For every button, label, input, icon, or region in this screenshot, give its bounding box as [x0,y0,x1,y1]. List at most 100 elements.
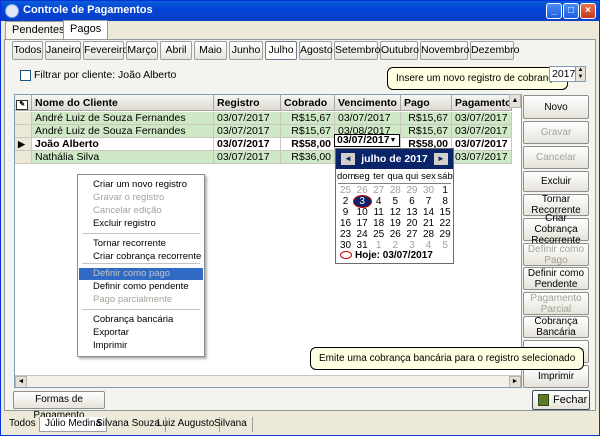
calendar-today[interactable]: Hoje: 03/07/2017 [340,250,433,261]
cell-cobrado[interactable]: R$15,67 [281,112,335,125]
calendar-day[interactable]: 11 [370,207,387,218]
cell-nome[interactable]: João Alberto [32,138,214,151]
bottom-tab-todos[interactable]: Todos [4,417,42,432]
cell-registro[interactable]: 03/07/2017 [214,112,281,125]
calendar-day[interactable]: 30 [420,185,437,196]
column-header[interactable]: Nome do Cliente [32,95,214,111]
cell-cobrado[interactable]: R$15,67 [281,125,335,138]
tab-pendentes[interactable]: Pendentes [5,21,72,39]
calendar-day[interactable]: 29 [403,185,420,196]
calendar-day[interactable]: 29 [437,229,454,240]
month-tab-janeiro[interactable]: Janeiro [45,41,81,60]
calendar-day[interactable]: 2 [337,196,354,207]
calendar-day[interactable]: 5 [387,196,404,207]
calendar-day[interactable]: 26 [354,185,371,196]
calendar-day[interactable]: 4 [420,240,437,251]
context-menu-item[interactable]: Definir como pago [79,268,203,280]
tab-pagos[interactable]: Pagos [63,20,109,40]
cell-registro[interactable]: 03/07/2017 [214,151,281,164]
year-spinner[interactable]: 2017 ▲ ▼ [549,66,586,82]
cell-registro[interactable]: 03/07/2017 [214,138,281,151]
cell-nome[interactable]: André Luiz de Souza Fernandes [32,112,214,125]
scroll-right-icon[interactable]: ► [509,376,521,387]
calendar-day[interactable]: 10 [354,207,371,218]
calendar-day[interactable]: 13 [403,207,420,218]
cell-registro[interactable]: 03/07/2017 [214,125,281,138]
calendar-day[interactable]: 7 [420,196,437,207]
calendar-day[interactable]: 21 [420,218,437,229]
context-menu-item[interactable]: Exportar [79,327,203,339]
calendar-day[interactable]: 3 [403,240,420,251]
calendar-day[interactable]: 25 [337,185,354,196]
calendar-day[interactable]: 1 [370,240,387,251]
definir-como-pendente-button[interactable]: Definir como Pendente [523,267,589,290]
calendar-day[interactable]: 28 [387,185,404,196]
cell-vencimento[interactable]: 03/07/2017 [335,112,401,125]
calendar-day[interactable]: 6 [403,196,420,207]
month-tab-maio[interactable]: Maio [194,41,227,60]
row-indicator[interactable] [15,125,32,138]
month-tab-fevereiro[interactable]: Fevereiro [83,41,128,60]
scroll-up-icon[interactable]: ▲ [509,94,521,108]
month-tab-março[interactable]: Março [126,41,158,60]
table-row[interactable]: André Luiz de Souza Fernandes 03/07/2017 R… [15,112,521,125]
cell-pagamento[interactable]: 03/07/2017 [452,112,512,125]
context-menu-item[interactable]: Cancelar edição [79,205,203,217]
dropdown-arrow-icon[interactable]: ▼ [388,136,398,145]
cobrança-bancária-button[interactable]: Cobrança Bancária [523,316,589,338]
cell-pagamento[interactable]: 03/07/2017 [452,125,512,138]
minimize-button[interactable]: _ [546,3,562,19]
gravar-button[interactable]: Gravar [523,121,589,144]
calendar-day[interactable]: 25 [370,229,387,240]
cancelar-button[interactable]: Cancelar [523,146,589,169]
context-menu-item[interactable]: Gravar o registro [79,192,203,204]
column-header[interactable]: Pago [401,95,452,111]
context-menu-item[interactable]: Criar um novo registro [79,179,203,191]
calendar-day[interactable]: 19 [387,218,404,229]
calendar-day[interactable]: 18 [370,218,387,229]
cell-pago[interactable]: R$15,67 [401,112,452,125]
calendar-day[interactable]: 5 [437,240,454,251]
column-header[interactable]: Vencimento [335,95,401,111]
calendar-day[interactable]: 26 [387,229,404,240]
month-tab-dezembro[interactable]: Dezembro [470,41,519,60]
cell-nome[interactable]: Nathália Silva [32,151,214,164]
next-month-icon[interactable]: ► [434,153,448,165]
cell-pagamento[interactable]: 03/07/2017 [452,138,512,151]
month-tab-outubro[interactable]: Outubro [380,41,419,60]
calendar-day[interactable]: 17 [354,218,371,229]
column-header[interactable]: Registro [214,95,281,111]
month-tab-junho[interactable]: Junho [229,41,263,60]
calendar-day[interactable]: 8 [437,196,454,207]
calendar-day[interactable]: 23 [337,229,354,240]
calendar-day[interactable]: 14 [420,207,437,218]
bottom-tab-silvana[interactable]: Silvana [209,417,253,432]
month-tab-todos[interactable]: Todos [12,41,43,60]
calendar-day[interactable]: 28 [420,229,437,240]
maximize-button[interactable]: □ [563,3,579,19]
fechar-button[interactable]: Fechar [532,390,590,410]
table-row[interactable]: André Luiz de Souza Fernandes 03/07/2017 R… [15,125,521,138]
formas-pagamento-button[interactable]: Formas de Pagamento [13,391,105,421]
criar-cobrança-recorrente-button[interactable]: Criar Cobrança Recorrente [523,213,589,246]
month-tab-julho[interactable]: Julho [265,41,297,60]
context-menu-item[interactable]: Cobrança bancária [79,314,203,326]
row-indicator[interactable] [15,112,32,125]
row-indicator[interactable] [15,151,32,164]
calendar-day[interactable]: 22 [437,218,454,229]
column-header[interactable]: Pagamento [452,95,512,111]
calendar-day[interactable]: 30 [337,240,354,251]
cell-pago[interactable]: R$15,67 [401,125,452,138]
context-menu-item[interactable]: Criar cobrança recorrente [79,251,203,263]
vencimento-date-dropdown[interactable]: 03/07/2017 ▼ [334,134,400,147]
month-tab-agosto[interactable]: Agosto [299,41,333,60]
scroll-left-icon[interactable]: ◄ [15,376,27,387]
calendar-day[interactable]: 27 [403,229,420,240]
context-menu-item[interactable]: Pago parcialmente [79,294,203,306]
context-menu-item[interactable]: Excluir registro [79,218,203,230]
horizontal-scrollbar[interactable]: ◄ ► [15,375,521,387]
month-tab-novembro[interactable]: Novembro [420,41,469,60]
novo-button[interactable]: Novo [523,95,589,119]
spin-arrows-icon[interactable]: ▲ ▼ [575,67,585,81]
cell-nome[interactable]: André Luiz de Souza Fernandes [32,125,214,138]
